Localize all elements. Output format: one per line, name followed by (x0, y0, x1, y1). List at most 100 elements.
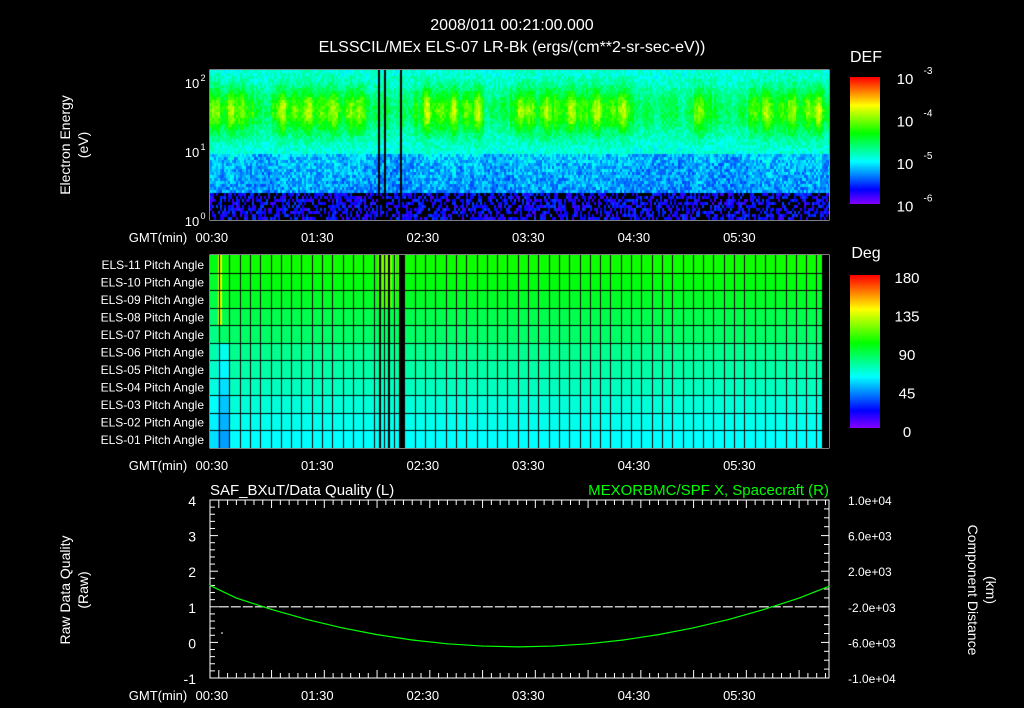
deg-colorbar-tick: 135 (894, 309, 919, 326)
energy-tick-label: 10 (185, 214, 199, 229)
left-y-label-text: Raw Data Quality (57, 536, 73, 645)
series-line-1 (209, 584, 830, 648)
series-point-1 (481, 645, 484, 647)
right-y-label: Component Distance (km) (965, 525, 999, 656)
series-point-1 (587, 643, 589, 645)
pitch-time-tick-label: 03:30 (512, 458, 545, 473)
series-point-1 (692, 627, 695, 629)
deg-colorbar-tick: 0 (903, 424, 911, 441)
series-point-1 (411, 639, 413, 641)
deg-colorbar-label: Deg (851, 245, 880, 262)
def-colorbar-tick-exponent: -5 (924, 151, 933, 162)
def-colorbar-tick-exponent: -4 (924, 109, 933, 120)
energy-y-label: Electron Energy (eV) (57, 95, 91, 195)
series-point-1 (798, 597, 800, 599)
energy-tick-exponent: 2 (200, 73, 205, 83)
pitch-time-tick-label: 05:30 (723, 458, 756, 473)
series-point-1 (828, 585, 830, 587)
energy-y-units: (eV) (75, 132, 91, 158)
right-y-tick-label: 1.0e+04 (848, 494, 892, 508)
spectrogram-time-tick-label: 03:30 (512, 230, 545, 245)
def-colorbar-tick: 10 (897, 114, 914, 131)
series-point-0 (218, 606, 220, 608)
left-y-label: Raw Data Quality (Raw) (57, 536, 91, 645)
line-plot-time-axis-label: GMT(min) (129, 688, 188, 703)
def-colorbar-tick: 10 (897, 156, 914, 173)
line-plot-time-tick-label: 02:30 (407, 688, 440, 703)
spectrogram-time-tick-label: 00:30 (196, 230, 229, 245)
pitch-row-label: ELS-08 Pitch Angle (101, 310, 205, 324)
def-colorbar-label: DEF (850, 49, 882, 66)
right-y-units: (km) (983, 576, 999, 604)
spectrogram-time-tick-label: 02:30 (407, 230, 440, 245)
series-point-1 (657, 634, 660, 636)
line-plot-time-tick-label: 03:30 (512, 688, 545, 703)
energy-tick-label: 10 (185, 76, 199, 91)
series-point-1 (341, 627, 343, 629)
line-plot-frame (209, 499, 830, 679)
series-point-1 (552, 645, 554, 647)
pitch-row-label: ELS-01 Pitch Angle (101, 433, 205, 447)
line-plot-time-tick-label: 04:30 (618, 688, 651, 703)
pitch-row-label: ELS-06 Pitch Angle (101, 346, 205, 360)
deg-colorbar-tick: 180 (894, 270, 919, 287)
pitch-row-label: ELS-04 Pitch Angle (101, 381, 205, 395)
series-point-1 (376, 634, 378, 636)
line-plot-time-tick-label: 00:30 (196, 688, 229, 703)
right-y-tick-label: -1.0e+04 (848, 672, 896, 686)
right-y-tick-label: -2.0e+03 (848, 601, 896, 615)
pitch-time-tick-label: 02:30 (407, 458, 440, 473)
pitch-row-label: ELS-11 Pitch Angle (101, 258, 204, 272)
left-y-tick-label: 0 (188, 635, 196, 651)
left-y-tick-label: -1 (184, 671, 197, 687)
line-plot-time-tick-label: 05:30 (723, 688, 756, 703)
pitch-time-tick-label: 00:30 (196, 458, 229, 473)
series-point-1 (622, 639, 624, 641)
line-plot-time-tick-label: 01:30 (301, 688, 334, 703)
left-series-title: SAF_BXuT/Data Quality (L) (210, 482, 394, 499)
pitch-row-label: ELS-02 Pitch Angle (101, 416, 205, 430)
pitch-row-label: ELS-10 Pitch Angle (101, 275, 205, 289)
pitch-row-label: ELS-05 Pitch Angle (101, 363, 205, 377)
energy-tick-exponent: 0 (200, 211, 205, 221)
pitch-time-tick-label: 04:30 (618, 458, 651, 473)
def-colorbar (850, 77, 880, 204)
pitch-time-tick-label: 01:30 (301, 458, 334, 473)
deg-colorbar-tick: 45 (899, 386, 916, 403)
def-colorbar-tick-exponent: -6 (924, 194, 933, 205)
right-y-tick-label: 2.0e+03 (848, 565, 892, 579)
series-point-1 (270, 608, 273, 611)
right-y-label-text: Component Distance (965, 525, 981, 656)
energy-spectrogram (210, 70, 829, 220)
def-colorbar-tick-exponent: -3 (924, 66, 933, 77)
series-point-1 (763, 608, 765, 611)
energy-tick-label: 10 (185, 145, 199, 160)
spectrogram-time-tick-label: 01:30 (301, 230, 334, 245)
spectrogram-title: ELSSCIL/MEx ELS-07 LR-Bk (ergs/(cm**2-sr… (319, 39, 706, 56)
energy-y-label-text: Electron Energy (57, 95, 73, 195)
right-series-title: MEXORBMC/SPF X, Spacecraft (R) (588, 482, 829, 499)
pitch-row-label: ELS-07 Pitch Angle (101, 328, 205, 342)
series-point-1 (306, 618, 308, 621)
energy-tick-exponent: 1 (200, 142, 205, 152)
pitch-row-label: ELS-03 Pitch Angle (101, 398, 205, 412)
series-point-1 (517, 646, 519, 648)
series-point-1 (728, 618, 730, 621)
left-y-tick-label: 4 (188, 493, 196, 509)
left-y-units: (Raw) (75, 571, 91, 608)
spectrogram-time-tick-label: 05:30 (723, 230, 756, 245)
pitch-time-axis-label: GMT(min) (129, 458, 188, 473)
date-time-title: 2008/011 00:21:00.000 (430, 17, 594, 34)
left-y-tick-label: 1 (188, 600, 196, 616)
series-point-1 (235, 597, 237, 599)
series-point-1 (446, 643, 449, 645)
pitch-row-label: ELS-09 Pitch Angle (101, 293, 205, 307)
series-point-0 (824, 606, 827, 608)
left-y-tick-label: 2 (188, 564, 196, 580)
pitch-angle-heatmap (210, 255, 829, 448)
series-point-1 (209, 584, 211, 587)
def-colorbar-tick: 10 (897, 199, 914, 216)
def-colorbar-tick: 10 (897, 71, 914, 88)
right-y-tick-label: 6.0e+03 (848, 530, 892, 544)
deg-colorbar-tick: 90 (899, 347, 916, 364)
